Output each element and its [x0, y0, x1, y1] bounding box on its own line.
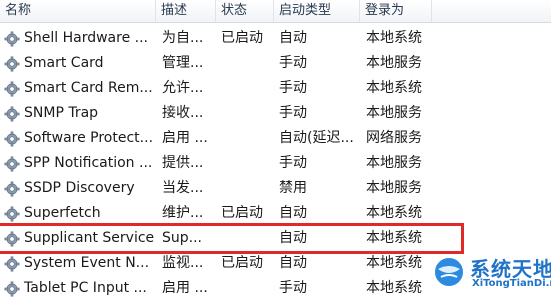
service-startup-type: 手动	[279, 105, 307, 121]
service-startup-type: 自动	[279, 205, 307, 221]
service-name: Software Protect...	[24, 130, 154, 146]
service-name: Smart Card Rem...	[24, 80, 153, 96]
service-name: System Event N...	[24, 255, 150, 271]
service-startup-type: 自动	[279, 255, 307, 271]
service-name: SPP Notification ...	[24, 155, 153, 171]
service-description: 接收...	[162, 105, 204, 121]
service-startup-type: 自动(延迟...	[279, 130, 354, 146]
service-row[interactable]: Smart Card 管理... 手动 本地服务	[0, 51, 551, 76]
service-startup-type: 禁用	[279, 180, 307, 196]
service-name: SNMP Trap	[24, 105, 99, 121]
service-name: SSDP Discovery	[24, 180, 135, 196]
service-logon-as: 本地系统	[366, 80, 422, 96]
service-status: 已启动	[221, 30, 263, 46]
column-header-status[interactable]: 状态	[216, 0, 274, 22]
watermark-url: XiTongTianDi.net	[472, 278, 551, 289]
service-description: 监视...	[162, 255, 204, 271]
service-description: 维护...	[162, 205, 204, 221]
service-row[interactable]: SSDP Discovery 当发... 禁用 本地服务	[0, 176, 551, 201]
service-description: 允许...	[162, 80, 204, 96]
service-status: 已启动	[221, 255, 263, 271]
service-status	[218, 101, 273, 126]
service-row[interactable]: SPP Notification ... 提供... 手动 本地服务	[0, 151, 551, 176]
service-logon-as: 网络服务	[366, 130, 422, 146]
column-header-bar: 名称 描述 状态 启动类型 登录为	[0, 0, 551, 23]
service-logon-as: 本地服务	[366, 155, 422, 171]
service-status	[218, 76, 273, 101]
service-name: Smart Card	[24, 55, 104, 71]
service-description: 管理...	[162, 55, 204, 71]
service-startup-type: 手动	[279, 80, 307, 96]
service-status	[218, 276, 273, 301]
service-logon-as: 本地服务	[366, 180, 422, 196]
service-status	[218, 151, 273, 176]
service-startup-type: 自动	[279, 30, 307, 46]
service-status	[218, 51, 273, 76]
service-description: 当发...	[162, 180, 204, 196]
service-description: 提供...	[162, 155, 204, 171]
column-header-logon-as[interactable]: 登录为	[360, 0, 432, 22]
service-row[interactable]: SNMP Trap 接收... 手动 本地服务	[0, 101, 551, 126]
service-row[interactable]: Superfetch 维护... 已启动 自动 本地系统	[0, 201, 551, 226]
service-logon-as: 本地服务	[366, 105, 422, 121]
service-row[interactable]: Shell Hardware ... 为自... 已启动 自动 本地系统	[0, 26, 551, 51]
service-startup-type: 自动	[279, 230, 307, 246]
service-logon-as: 本地系统	[366, 230, 422, 246]
service-status	[218, 126, 273, 151]
service-description: 启用 ...	[162, 130, 208, 146]
service-startup-type: 手动	[279, 155, 307, 171]
service-row[interactable]: Software Protect... 启用 ... 自动(延迟... 网络服务	[0, 126, 551, 151]
service-status	[218, 176, 273, 201]
service-startup-type: 手动	[279, 280, 307, 296]
column-header-name[interactable]: 名称	[0, 0, 156, 22]
service-description: 为自...	[162, 30, 204, 46]
service-startup-type: 手动	[279, 55, 307, 71]
watermark: 系统天地 XiTongTianDi.net	[430, 251, 551, 293]
service-row[interactable]: Smart Card Rem... 允许... 手动 本地系统	[0, 76, 551, 101]
service-logon-as: 本地系统	[366, 205, 422, 221]
service-name: Supplicant Service	[24, 230, 155, 246]
service-logon-as: 本地服务	[366, 55, 422, 71]
service-name: Superfetch	[24, 205, 101, 221]
service-description: 启用 ...	[162, 280, 208, 296]
column-header-startup-type[interactable]: 启动类型	[274, 0, 360, 22]
service-description: Sup...	[162, 230, 202, 246]
column-header-description[interactable]: 描述	[156, 0, 216, 22]
service-name: Tablet PC Input ...	[24, 280, 147, 296]
globe-logo-icon	[433, 256, 465, 288]
service-logon-as: 本地系统	[366, 30, 422, 46]
service-status	[218, 226, 273, 251]
service-name: Shell Hardware ...	[24, 30, 148, 46]
service-status: 已启动	[221, 205, 263, 221]
service-row[interactable]: Supplicant Service Sup... 自动 本地系统	[0, 226, 551, 251]
